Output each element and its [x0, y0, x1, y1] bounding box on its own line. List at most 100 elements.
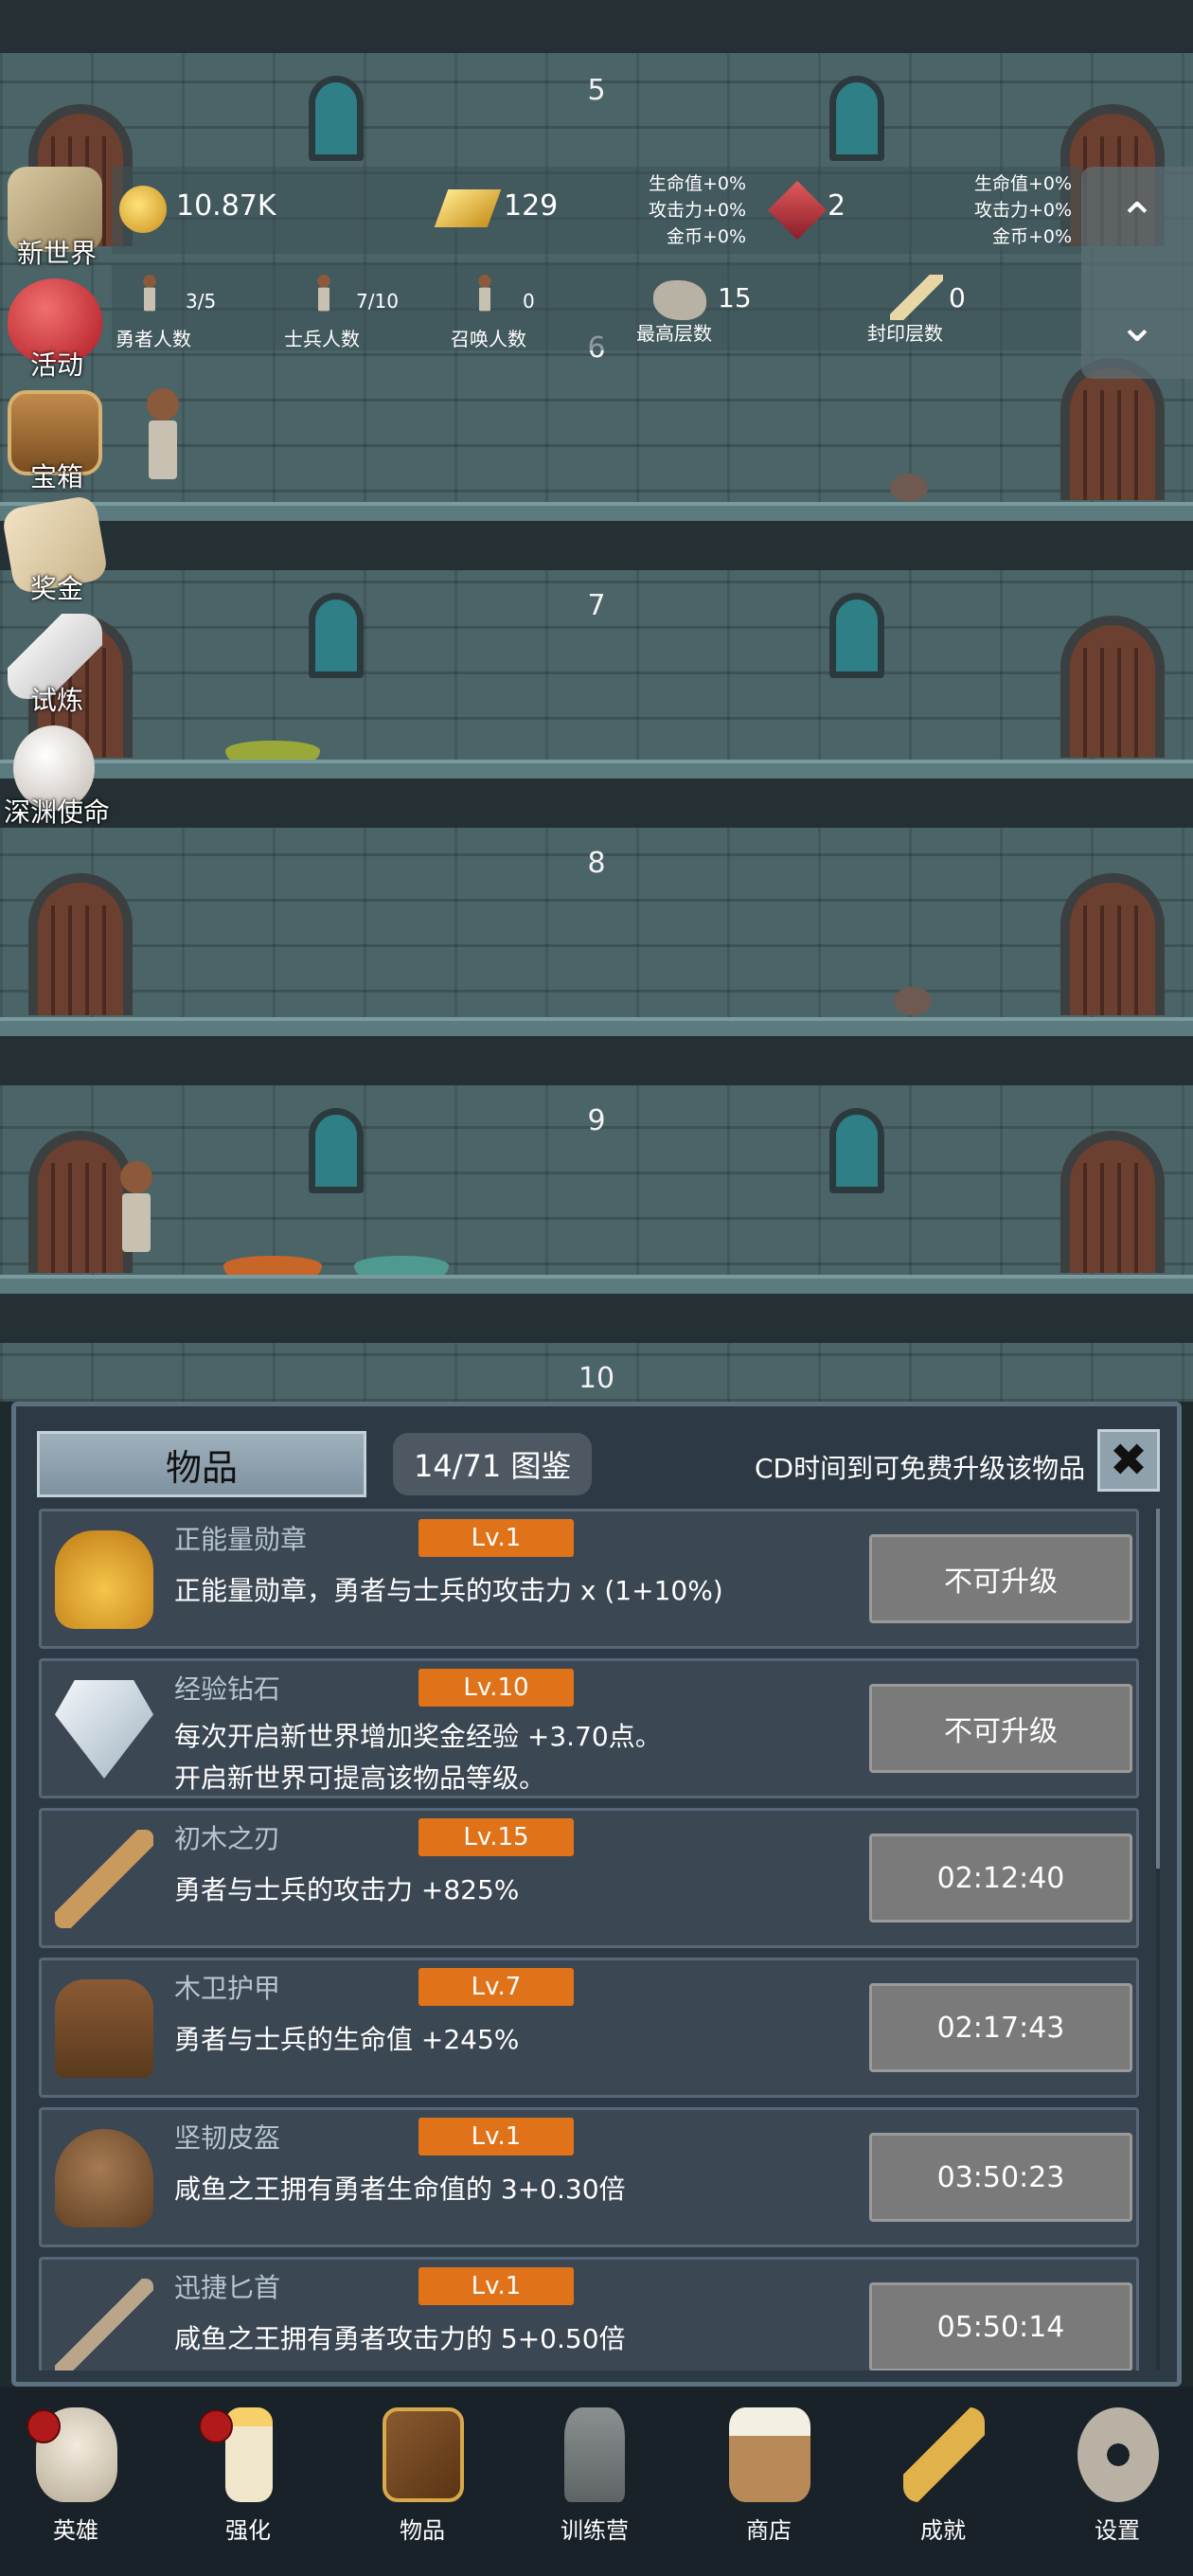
door-icon — [1060, 358, 1165, 500]
scroll-up-button[interactable]: ⌃ — [1081, 167, 1193, 273]
chevron-down-icon: ⌄ — [1117, 299, 1157, 352]
soldiers-label: 士兵人数 — [284, 328, 360, 350]
hero-count-icon — [142, 275, 157, 313]
leather-helmet-icon — [55, 2129, 153, 2227]
item-desc: 勇者与士兵的生命值 +245% — [174, 2019, 519, 2061]
bars-amount: 129 — [504, 189, 559, 223]
gold-amount: 10.87K — [176, 189, 276, 223]
nav-settings[interactable]: 设置 — [1051, 2400, 1184, 2570]
diamond-icon — [55, 1680, 153, 1779]
door-icon — [1060, 873, 1165, 1015]
floor-number: 7 — [587, 589, 606, 622]
upgrade-button[interactable]: 不可升级 — [869, 1534, 1132, 1623]
list-item: 初木之刃 Lv.15 勇者与士兵的攻击力 +825% 02:12:40 — [39, 1808, 1139, 1948]
key-icon — [903, 2407, 985, 2502]
soldiers-count: 7/10 — [356, 290, 399, 313]
side-item-trial[interactable]: 试炼 — [0, 614, 114, 718]
nav-label: 商店 — [746, 2517, 792, 2544]
stone-floor-icon — [653, 280, 706, 320]
item-name: 正能量勋章 — [174, 1524, 308, 1555]
nav-label: 训练营 — [561, 2517, 629, 2544]
list-item: 坚韧皮盔 Lv.1 咸鱼之王拥有勇者生命值的 3+0.30倍 03:50:23 — [39, 2107, 1139, 2247]
floor-number: 5 — [587, 74, 606, 107]
window-icon — [829, 76, 884, 161]
item-desc-line: 正能量勋章，勇者与士兵的攻击力 x (1+10%) — [174, 1575, 723, 1606]
side-item-abyss-mission[interactable]: 深渊使命 — [0, 725, 114, 830]
bottom-nav: 英雄 强化 物品 训练营 商店 成就 设置 — [0, 2387, 1193, 2576]
item-desc: 咸鱼之王拥有勇者生命值的 3+0.30倍 — [174, 2169, 626, 2210]
heroes-label: 勇者人数 — [116, 328, 191, 350]
side-item-label: 活动 — [29, 349, 83, 381]
armor-icon — [55, 1979, 153, 2078]
gear-icon — [1077, 2407, 1159, 2502]
upgrade-timer-button[interactable]: 02:12:40 — [869, 1834, 1132, 1923]
nav-achievements[interactable]: 成就 — [877, 2400, 1009, 2570]
gold-coin-icon — [119, 186, 167, 233]
close-button[interactable]: ✖ — [1097, 1429, 1160, 1492]
floor-number: 10 — [578, 1362, 615, 1395]
nav-label: 强化 — [225, 2517, 271, 2544]
bonus-left: 生命值+0% 攻击力+0% 金币+0% — [606, 170, 746, 250]
item-level: Lv.1 — [418, 1519, 574, 1557]
slime-enemy — [225, 741, 320, 761]
floor-10: 10 — [0, 1343, 1193, 1402]
heroes-count: 3/5 — [186, 290, 217, 313]
bonus-gold: 金币+0% — [666, 226, 746, 247]
dagger-icon — [55, 2279, 153, 2370]
item-name: 迅捷匕首 — [174, 2272, 281, 2303]
close-icon: ✖ — [1109, 1434, 1148, 1487]
side-item-label: 奖金 — [29, 573, 83, 604]
bonus-hp: 生命值+0% — [973, 173, 1072, 194]
hero-sprite — [144, 388, 182, 483]
bonus-right: 生命值+0% 攻击力+0% 金币+0% — [930, 170, 1072, 250]
door-icon — [1060, 616, 1165, 758]
summon-label: 召唤人数 — [451, 328, 526, 350]
chevron-up-icon: ⌃ — [1117, 193, 1157, 246]
window-icon — [829, 593, 884, 678]
item-level: Lv.7 — [418, 1968, 574, 2006]
sealed-count: 0 — [949, 282, 966, 313]
nav-enhance[interactable]: 强化 — [182, 2400, 314, 2570]
door-icon — [28, 873, 133, 1015]
nav-training-camp[interactable]: 训练营 — [528, 2400, 661, 2570]
mug-icon — [729, 2407, 810, 2502]
item-desc-line: 咸鱼之王拥有勇者生命值的 3+0.30倍 — [174, 2174, 626, 2205]
nav-items[interactable]: 物品 — [356, 2400, 489, 2570]
nav-label: 英雄 — [53, 2517, 98, 2544]
side-item-bonus[interactable]: 奖金 — [0, 494, 114, 606]
upgrade-timer-button[interactable]: 03:50:23 — [869, 2133, 1132, 2222]
item-desc: 正能量勋章，勇者与士兵的攻击力 x (1+10%) — [174, 1570, 723, 1612]
upgrade-timer-button[interactable]: 05:50:14 — [869, 2282, 1132, 2370]
items-list[interactable]: 正能量勋章 Lv.1 正能量勋章，勇者与士兵的攻击力 x (1+10%) 不可升… — [39, 1509, 1160, 2370]
nav-heroes[interactable]: 英雄 — [9, 2400, 142, 2570]
bonus-gold: 金币+0% — [991, 226, 1072, 247]
sealed-label: 封印层数 — [867, 322, 943, 345]
item-desc-line: 每次开启新世界增加奖金经验 +3.70点。 — [174, 1721, 662, 1752]
upgrade-timer-button[interactable]: 02:17:43 — [869, 1983, 1132, 2072]
soldier-count-icon — [316, 275, 331, 313]
item-desc: 勇者与士兵的攻击力 +825% — [174, 1869, 519, 1911]
item-level: Lv.1 — [418, 2118, 574, 2156]
list-item: 正能量勋章 Lv.1 正能量勋章，勇者与士兵的攻击力 x (1+10%) 不可升… — [39, 1509, 1139, 1649]
list-scroll-thumb[interactable] — [1156, 1509, 1160, 1869]
notification-badge — [199, 2409, 233, 2443]
side-item-new-world[interactable]: 新世界 — [0, 167, 114, 271]
nav-shop[interactable]: 商店 — [703, 2400, 835, 2570]
scroll-down-button[interactable]: ⌄ — [1081, 273, 1193, 379]
item-level: Lv.15 — [418, 1818, 574, 1856]
collection-count-button[interactable]: 14/71 图鉴 — [393, 1433, 593, 1495]
item-name: 木卫护甲 — [174, 1973, 281, 2004]
items-panel: 物品 14/71 图鉴 CD时间到可免费升级该物品 ✖ 正能量勋章 Lv.1 正… — [11, 1402, 1182, 2387]
bonus-atk: 攻击力+0% — [973, 200, 1072, 221]
side-item-chest[interactable]: 宝箱 — [0, 390, 114, 494]
window-icon — [309, 593, 364, 678]
door-icon — [1060, 1131, 1165, 1273]
item-desc-line: 勇者与士兵的生命值 +245% — [174, 2024, 520, 2055]
spider-enemy — [894, 987, 932, 1015]
side-item-events[interactable]: 活动 — [0, 278, 114, 383]
slime-enemy — [223, 1256, 322, 1277]
bonus-atk: 攻击力+0% — [648, 200, 746, 221]
item-name: 初木之刃 — [174, 1823, 281, 1854]
nav-label: 设置 — [1095, 2517, 1140, 2544]
upgrade-button[interactable]: 不可升级 — [869, 1684, 1132, 1773]
